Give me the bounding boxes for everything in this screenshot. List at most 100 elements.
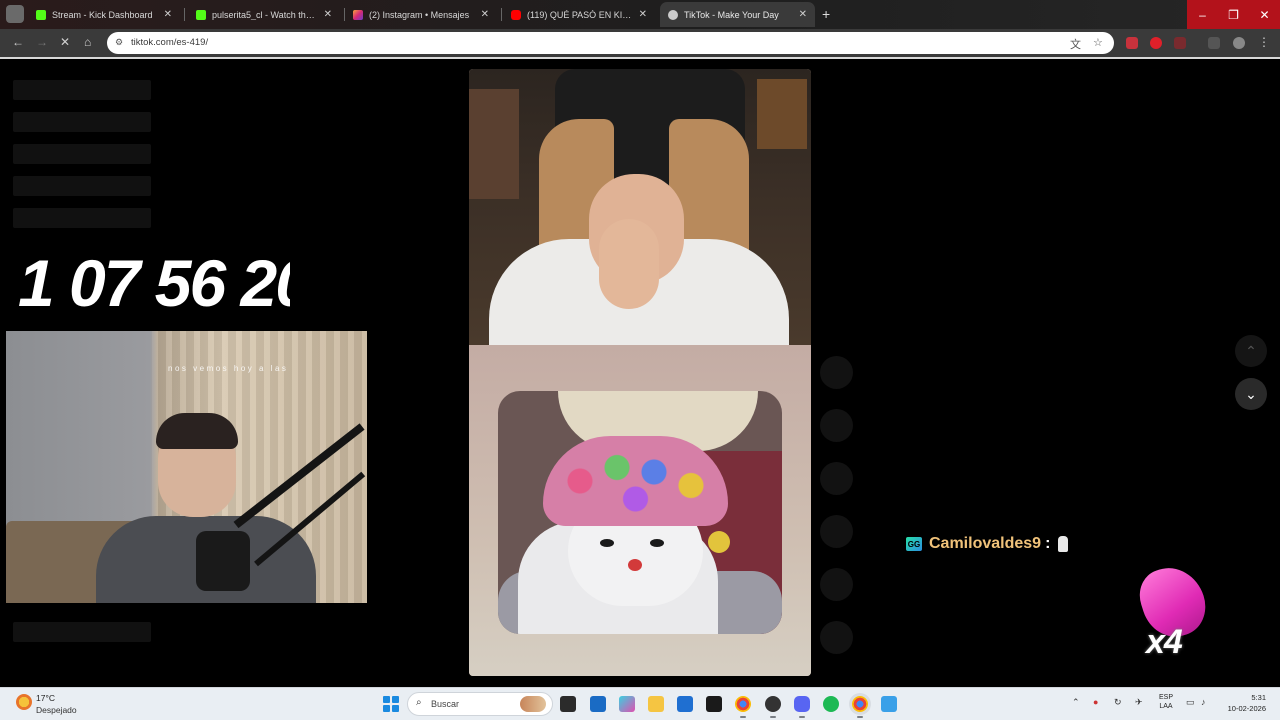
tab-separator — [184, 8, 185, 21]
share-button[interactable] — [820, 515, 853, 548]
weather-condition: Despejado — [36, 705, 77, 715]
url-text: tiktok.com/es-419/ — [131, 37, 209, 48]
tray-network-icon[interactable]: ✈ — [1135, 697, 1143, 708]
menu-kebab-icon[interactable]: ⋮ — [1258, 35, 1270, 49]
tab-instagram[interactable]: (2) Instagram • Mensajes ✕ — [345, 2, 497, 27]
close-icon[interactable]: ✕ — [639, 9, 647, 20]
like-button[interactable] — [820, 356, 853, 389]
toolbar-divider — [0, 57, 1280, 59]
sidebar-skeleton — [13, 80, 151, 100]
stop-loading-icon[interactable]: ✕ — [60, 35, 70, 49]
extension-icon[interactable] — [1150, 37, 1162, 49]
copilot-icon[interactable] — [619, 696, 635, 712]
clown-cat-image — [498, 391, 782, 634]
background-shelf — [469, 89, 519, 199]
youtube-icon — [511, 9, 521, 20]
bookmark-button[interactable] — [820, 462, 853, 495]
new-tab-button[interactable]: + — [822, 7, 830, 21]
minimize-button[interactable]: – — [1187, 0, 1218, 29]
back-arrow-icon[interactable]: ← — [12, 35, 24, 49]
tab-search-icon[interactable] — [6, 5, 24, 23]
gift-multiplier: x4 — [1146, 623, 1183, 661]
close-icon[interactable]: ✕ — [799, 9, 807, 20]
app-icon[interactable] — [677, 696, 693, 712]
tray-sync-icon[interactable]: ↻ — [1114, 697, 1122, 708]
chevron-down-icon: ⌄ — [1245, 385, 1257, 402]
forward-arrow-icon[interactable]: → — [36, 35, 48, 49]
close-icon[interactable]: ✕ — [164, 9, 172, 20]
chrome-icon[interactable] — [735, 696, 751, 718]
translate-icon[interactable]: 文 — [1070, 36, 1081, 52]
site-info-icon[interactable]: ⚙ — [115, 37, 126, 48]
close-window-button[interactable]: ✕ — [1249, 0, 1280, 29]
more-button[interactable] — [820, 568, 853, 601]
chrome-active-icon[interactable] — [852, 696, 868, 718]
capcut-icon[interactable] — [706, 696, 722, 712]
discord-icon[interactable] — [794, 696, 810, 718]
next-video-button[interactable]: ⌄ — [1235, 378, 1267, 410]
webcam-overlay-text: nos vemos hoy a las — [168, 364, 289, 373]
bookmark-star-icon[interactable]: ☆ — [1093, 36, 1103, 49]
volume-icon[interactable]: ♪ — [1201, 697, 1206, 707]
address-bar[interactable]: ⚙ tiktok.com/es-419/ 文 ☆ — [107, 32, 1114, 54]
browser-tab-bar: Stream - Kick Dashboard ✕ pulserita5_cl … — [0, 0, 1280, 29]
keyboard-layout: LAA — [1159, 703, 1173, 710]
tab-kick-dashboard[interactable]: Stream - Kick Dashboard ✕ — [28, 2, 180, 27]
chevron-up-icon[interactable]: ⌃ — [1072, 697, 1080, 708]
tab-title: pulserita5_cl - Watch the VOD — [212, 9, 318, 20]
tab-youtube[interactable]: (119) QUÉ PASÓ EN KICKCHILE ✕ — [503, 2, 655, 27]
windows-start-icon[interactable] — [383, 696, 399, 712]
streamer-hair — [156, 413, 238, 449]
home-icon[interactable]: ⌂ — [84, 35, 91, 49]
obs-icon[interactable] — [765, 696, 781, 718]
tiktok-video-player[interactable] — [469, 69, 811, 676]
profile-avatar-icon[interactable] — [1233, 37, 1245, 49]
tab-tiktok[interactable]: TikTok - Make Your Day ✕ — [660, 2, 815, 27]
task-view-icon[interactable] — [560, 696, 576, 712]
language-indicator[interactable]: ESP LAA — [1157, 693, 1175, 711]
tab-kick-vod[interactable]: pulserita5_cl - Watch the VOD ✕ — [188, 2, 340, 27]
chat-message: GG Camilovaldes9 : — [906, 533, 1069, 555]
extensions-puzzle-icon[interactable] — [1174, 37, 1186, 49]
app-f-icon[interactable] — [881, 696, 897, 712]
tab-title: Stream - Kick Dashboard — [52, 9, 153, 20]
microsoft-store-icon[interactable] — [590, 696, 606, 712]
tab-title: TikTok - Make Your Day — [684, 9, 779, 20]
music-disc-button[interactable] — [820, 621, 853, 654]
clock-date: 10-02-2026 — [1227, 704, 1266, 713]
weather-sun-icon — [16, 694, 32, 710]
search-highlight-image — [520, 696, 546, 712]
webcam-overlay: nos vemos hoy a las — [6, 331, 367, 603]
media-controls-icon[interactable] — [1208, 37, 1220, 49]
language-code: ESP — [1158, 694, 1173, 701]
kick-icon — [196, 9, 206, 20]
spotify-icon[interactable] — [823, 696, 839, 712]
sidebar-skeleton — [13, 144, 151, 164]
browser-toolbar: ← → ✕ ⌂ ⚙ tiktok.com/es-419/ 文 ☆ ⋮ — [0, 29, 1280, 57]
chat-badge: GG — [906, 537, 922, 551]
restore-button[interactable]: ❐ — [1218, 0, 1249, 29]
pompom — [708, 531, 730, 553]
previous-video-button[interactable]: ⌃ — [1235, 335, 1267, 367]
rainbow-wig — [543, 436, 728, 526]
tray-app-icon[interactable]: ● — [1093, 697, 1098, 707]
chevron-up-icon: ⌃ — [1245, 342, 1257, 359]
taskbar-search[interactable]: ⌕ Buscar — [407, 692, 553, 716]
search-placeholder: Buscar — [431, 699, 460, 709]
extension-icon[interactable] — [1126, 37, 1138, 49]
close-icon[interactable]: ✕ — [481, 9, 489, 20]
file-explorer-icon[interactable] — [648, 696, 664, 712]
tab-title: (119) QUÉ PASÓ EN KICKCHILE — [527, 9, 633, 20]
sidebar-skeleton — [13, 112, 151, 132]
sidebar-skeleton — [13, 208, 151, 228]
instagram-icon — [353, 9, 363, 20]
close-icon[interactable]: ✕ — [324, 9, 332, 20]
stream-counter: 1 07 56 20 — [18, 248, 290, 318]
clock-time: 5:31 — [1251, 693, 1266, 702]
weather-widget[interactable]: 17°C Despejado — [14, 691, 104, 718]
comment-button[interactable] — [820, 409, 853, 442]
wifi-icon[interactable]: ▭ — [1186, 697, 1195, 708]
system-clock[interactable]: 5:31 10-02-2026 — [1218, 692, 1266, 714]
chat-separator: : — [1045, 535, 1051, 552]
weather-temperature: 17°C — [36, 693, 55, 703]
